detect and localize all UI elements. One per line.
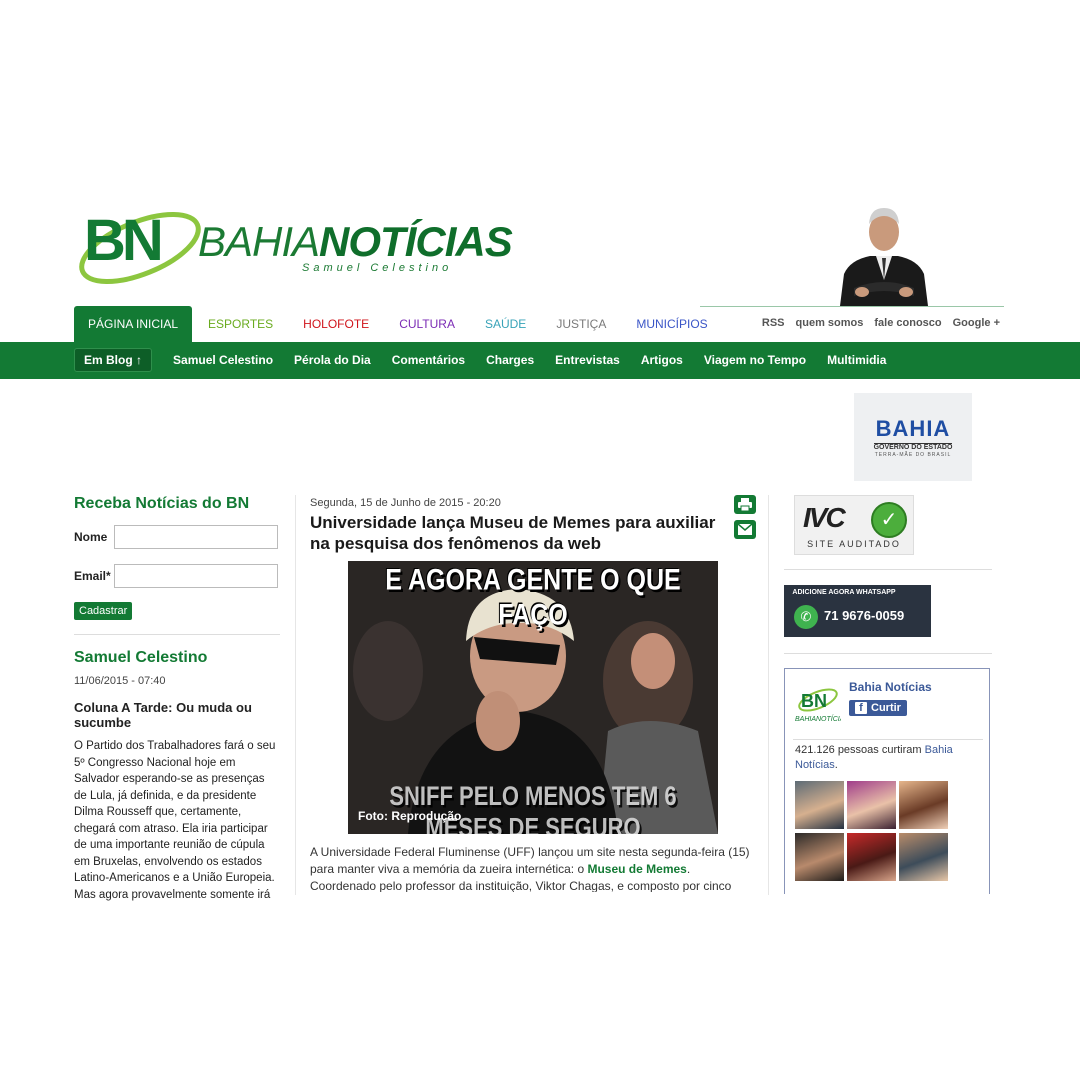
email-row: Email* [74, 564, 280, 588]
nav-charges[interactable]: Charges [486, 353, 534, 367]
divider [784, 569, 992, 570]
rss-link[interactable]: RSS [762, 317, 785, 329]
nav-perola-do-dia[interactable]: Pérola do Dia [294, 353, 371, 367]
top-nav: PÁGINA INICIAL ESPORTES HOLOFOTE CULTURA… [74, 306, 738, 342]
whatsapp-icon: ✆ [794, 605, 818, 629]
tab-cultura[interactable]: CULTURA [399, 317, 455, 331]
site-title-light: BAHIA [198, 218, 320, 265]
whatsapp-ad[interactable]: ADICIONE AGORA WHATSAPP ✆ 71 9676-0059 [784, 585, 931, 637]
meme-top-caption: E AGORA GENTE O QUE FAÇO [385, 563, 681, 632]
facebook-page-name[interactable]: Bahia Notícias [849, 680, 932, 694]
facebook-icon: f [855, 702, 867, 714]
nav-comentarios[interactable]: Comentários [392, 353, 465, 367]
em-blog-button[interactable]: Em Blog ↑ [74, 348, 153, 372]
article-body: A Universidade Federal Fluminense (UFF) … [310, 844, 758, 892]
fan-avatar[interactable] [795, 781, 844, 829]
column-headline[interactable]: Coluna A Tarde: Ou muda ou sucumbe [74, 700, 280, 730]
ivc-logo: IVC [803, 502, 846, 533]
email-button[interactable] [734, 520, 756, 539]
utility-nav: RSS quem somos fale conosco Google + [762, 317, 1000, 329]
column-date: 11/06/2015 - 07:40 [74, 675, 166, 687]
fan-avatar[interactable] [847, 781, 896, 829]
fale-conosco-link[interactable]: fale conosco [874, 317, 941, 329]
email-input[interactable] [114, 564, 278, 588]
site-title[interactable]: BAHIANOTÍCIAS [198, 218, 513, 266]
article-date: Segunda, 15 de Junho de 2015 - 20:20 [310, 497, 501, 509]
facebook-widget: BN BAHIANOTÍCIAS Bahia Notícias fCurtir … [784, 668, 990, 894]
divider [74, 634, 280, 635]
fan-avatar[interactable] [899, 781, 948, 829]
envelope-icon [738, 524, 752, 535]
tab-esportes[interactable]: ESPORTES [208, 317, 273, 331]
nav-entrevistas[interactable]: Entrevistas [555, 353, 620, 367]
article-image[interactable]: E AGORA GENTE O QUE FAÇO SNIFF PELO MENO… [348, 561, 718, 834]
tab-holofote[interactable]: HOLOFOTE [303, 317, 369, 331]
likes-end: . [834, 759, 838, 771]
museu-de-memes-link[interactable]: Museu de Memes [587, 862, 686, 876]
svg-text:BN: BN [801, 691, 827, 711]
divider [784, 653, 992, 654]
svg-text:BN: BN [84, 208, 160, 273]
divider [793, 739, 983, 740]
google-plus-link[interactable]: Google + [953, 317, 1000, 329]
ad-title: BAHIA [875, 416, 951, 441]
meme-bottom-caption: SNIFF PELO MENOS TEM 6 MESES DE SEGURO D… [389, 781, 677, 834]
article-title: Universidade lança Museu de Memes para a… [310, 513, 716, 553]
svg-text:BAHIANOTÍCIAS: BAHIANOTÍCIAS [795, 714, 841, 723]
fan-avatar[interactable] [899, 833, 948, 881]
whatsapp-number: 71 9676-0059 [824, 608, 905, 623]
nav-artigos[interactable]: Artigos [641, 353, 683, 367]
ad-tagline: TERRA-MÃE DO BRASIL [874, 452, 952, 458]
photo-credit: Foto: Reprodução [358, 809, 462, 823]
newsletter-title: Receba Notícias do BN [74, 495, 250, 512]
whatsapp-caption: ADICIONE AGORA WHATSAPP [792, 589, 896, 596]
bahia-government-ad[interactable]: BAHIA GOVERNO DO ESTADO TERRA-MÃE DO BRA… [854, 393, 972, 481]
name-label: Nome [74, 530, 108, 544]
column-body: O Partido dos Trabalhadores fará o seu 5… [74, 740, 276, 901]
bn-page-avatar[interactable]: BN BAHIANOTÍCIAS [795, 683, 841, 723]
checkmark-icon: ✓ [871, 502, 907, 538]
likes-text: 421.126 pessoas curtiram [795, 744, 925, 756]
facebook-like-label: Curtir [871, 702, 901, 714]
site-subtitle: Samuel Celestino [302, 262, 453, 274]
left-sidebar: Receba Notícias do BN Nome Email* Cadast… [74, 495, 280, 902]
column-divider-left [295, 495, 296, 895]
fan-avatar[interactable] [847, 833, 896, 881]
tab-saude[interactable]: SAÚDE [485, 317, 526, 331]
email-label: Email* [74, 569, 111, 583]
print-button[interactable] [734, 495, 756, 514]
cadastrar-button[interactable]: Cadastrar [74, 602, 133, 620]
site-title-bold: NOTÍCIAS [319, 218, 513, 265]
bn-logo[interactable]: BN [76, 196, 206, 292]
quem-somos-link[interactable]: quem somos [796, 317, 864, 329]
ad-line: GOVERNO DO ESTADO [873, 443, 953, 451]
section-nav: Em Blog ↑ Samuel Celestino Pérola do Dia… [74, 348, 886, 372]
column-divider-right [768, 495, 769, 895]
print-icon [738, 498, 752, 511]
facebook-like-count: 421.126 pessoas curtiram Bahia Notícias. [795, 743, 981, 773]
column-author[interactable]: Samuel Celestino [74, 649, 280, 667]
tab-pagina-inicial[interactable]: PÁGINA INICIAL [74, 306, 193, 342]
header-rule [700, 306, 1004, 307]
tab-municipios[interactable]: MUNICÍPIOS [636, 317, 707, 331]
name-row: Nome [74, 525, 280, 549]
tab-justica[interactable]: JUSTIÇA [556, 317, 606, 331]
ivc-caption: SITE AUDITADO [807, 539, 901, 549]
name-input[interactable] [114, 525, 278, 549]
fan-avatar[interactable] [795, 833, 844, 881]
nav-samuel-celestino[interactable]: Samuel Celestino [173, 353, 273, 367]
columnist-photo [840, 208, 928, 306]
ivc-audit-badge[interactable]: IVC ✓ SITE AUDITADO [794, 495, 914, 555]
facebook-like-button[interactable]: f Curtir [849, 700, 907, 716]
nav-multimidia[interactable]: Multimidia [827, 353, 886, 367]
nav-viagem-no-tempo[interactable]: Viagem no Tempo [704, 353, 806, 367]
